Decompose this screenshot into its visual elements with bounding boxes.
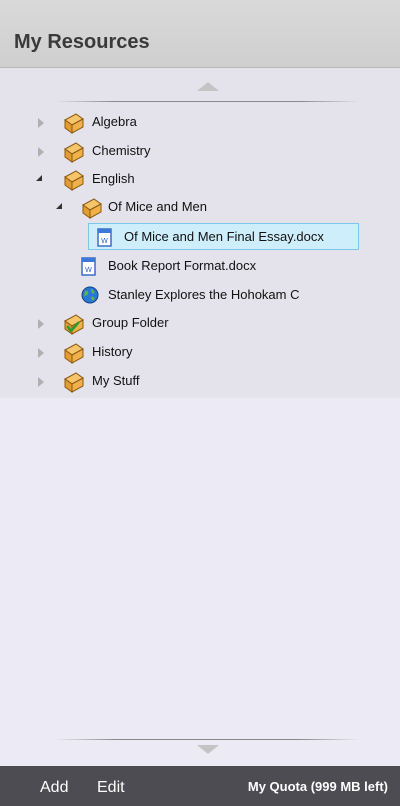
- bottom-divider: [55, 739, 360, 740]
- collapse-english-icon[interactable]: [36, 175, 42, 181]
- shared-folder-icon: [64, 314, 84, 335]
- collapse-of-mice-and-men-icon[interactable]: [56, 203, 62, 209]
- tree-item-algebra[interactable]: Algebra: [92, 110, 352, 134]
- tree-item-english[interactable]: English: [92, 167, 352, 191]
- svg-text:W: W: [101, 237, 108, 245]
- folder-book-icon: [82, 198, 102, 219]
- empty-panel-area: [0, 398, 400, 766]
- tree-item-final-essay[interactable]: Of Mice and Men Final Essay.docx: [124, 225, 358, 249]
- scroll-up-arrow-icon[interactable]: [197, 82, 219, 91]
- expand-algebra-icon[interactable]: [38, 118, 44, 128]
- scroll-down-arrow-icon[interactable]: [197, 745, 219, 754]
- tree-item-label: Of Mice and Men: [108, 199, 207, 214]
- tree-item-label: Chemistry: [92, 143, 151, 158]
- expand-history-icon[interactable]: [38, 348, 44, 358]
- tree-item-label: History: [92, 344, 133, 359]
- tree-item-group-folder[interactable]: Group Folder: [92, 311, 352, 335]
- svg-text:W: W: [85, 266, 92, 274]
- tree-item-my-stuff[interactable]: My Stuff: [92, 369, 352, 393]
- tree-item-label: Of Mice and Men Final Essay.docx: [124, 229, 324, 244]
- globe-icon: [81, 286, 99, 304]
- folder-book-icon: [64, 343, 84, 364]
- folder-book-icon: [64, 113, 84, 134]
- folder-book-icon: [64, 142, 84, 163]
- expand-chemistry-icon[interactable]: [38, 147, 44, 157]
- tree-item-label: Stanley Explores the Hohokam C: [108, 287, 300, 302]
- tree-item-of-mice-and-men[interactable]: Of Mice and Men: [108, 195, 358, 219]
- footer-toolbar: Add Edit My Quota (999 MB left): [0, 766, 400, 806]
- tree-item-stanley-explores[interactable]: Stanley Explores the Hohokam C: [108, 283, 358, 307]
- quota-status: My Quota (999 MB left): [247, 779, 388, 794]
- tree-item-label: My Stuff: [92, 373, 140, 388]
- folder-book-icon: [64, 372, 84, 393]
- document-icon: W: [97, 228, 112, 247]
- tree-item-history[interactable]: History: [92, 340, 352, 364]
- expand-my-stuff-icon[interactable]: [38, 377, 44, 387]
- folder-book-icon: [64, 170, 84, 191]
- tree-item-label: Book Report Format.docx: [108, 258, 257, 273]
- tree-item-label: English: [92, 171, 135, 186]
- tree-item-book-report-format[interactable]: Book Report Format.docx: [108, 254, 358, 278]
- add-button[interactable]: Add: [40, 779, 68, 797]
- panel-header: My Resources: [0, 0, 400, 68]
- panel-title: My Resources: [14, 31, 150, 53]
- expand-group-folder-icon[interactable]: [38, 319, 44, 329]
- tree-item-label: Group Folder: [92, 315, 169, 330]
- tree-item-label: Algebra: [92, 114, 137, 129]
- top-divider: [55, 101, 360, 102]
- tree-item-chemistry[interactable]: Chemistry: [92, 139, 352, 163]
- edit-button[interactable]: Edit: [97, 779, 125, 797]
- document-icon: W: [81, 257, 96, 276]
